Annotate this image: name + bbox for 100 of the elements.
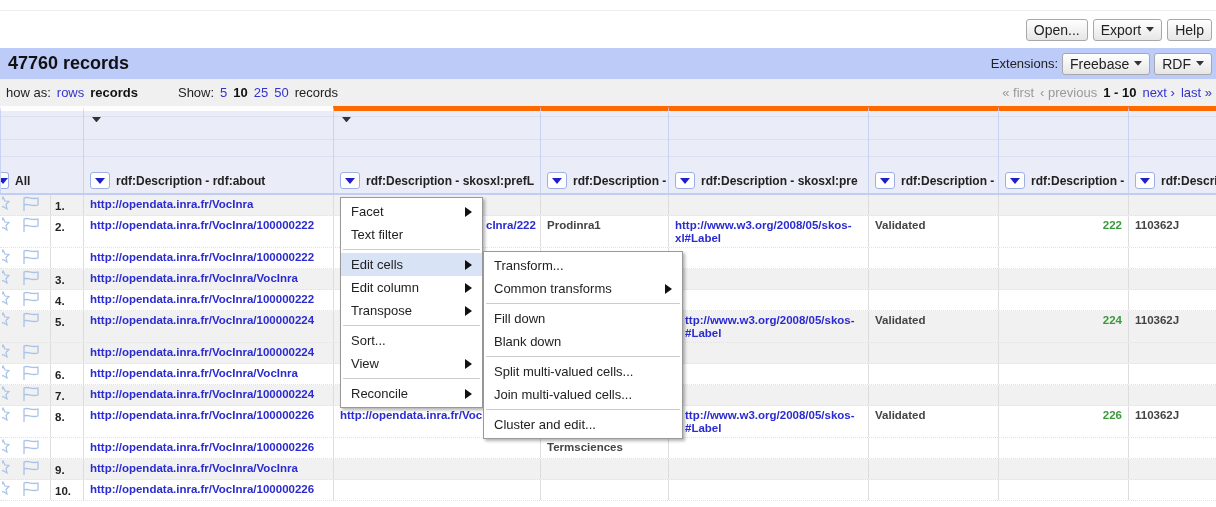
flag-icon[interactable] [21,249,41,265]
menu-item[interactable]: Text filter [341,223,482,246]
flag-icon[interactable] [21,291,41,307]
star-icon[interactable] [2,407,10,421]
cell-link[interactable]: http://opendata.inra.fr/VocInra/100000224 [90,314,327,327]
star-icon[interactable] [2,386,10,400]
cell-text: 226 [1102,409,1122,421]
column-menu-button[interactable] [1,172,9,189]
star-icon[interactable] [2,481,10,495]
column-menu-button[interactable] [547,172,567,189]
menu-item[interactable]: Cluster and edit... [484,413,682,436]
page-size-link[interactable]: 25 [253,85,269,100]
row-index: 6. [55,369,65,381]
flag-icon[interactable] [21,386,41,402]
menu-item[interactable]: Facet [341,200,482,223]
row-index: 7. [55,390,65,402]
caret-icon [1010,177,1020,184]
caret-icon[interactable] [342,117,351,123]
flag-icon[interactable] [21,365,41,381]
caret-icon [552,177,562,184]
view-mode-link[interactable]: records [90,85,138,100]
star-icon[interactable] [2,291,10,305]
cell-link[interactable]: http://opendata.inra.fr/VocInra/100000226 [90,409,327,422]
pager-link[interactable]: next › [1142,85,1175,100]
column-menu-button[interactable] [675,172,695,189]
menu-item[interactable]: Split multi-valued cells... [484,360,682,383]
cell-link[interactable]: http://opendata.inra.fr/VocInra/100000224 [90,346,327,359]
column-title: rdf:Description - [901,173,995,188]
star-icon[interactable] [2,460,10,474]
star-icon[interactable] [2,312,10,326]
menu-item[interactable]: Edit cells [341,253,482,276]
column-menu-button[interactable] [1135,172,1155,189]
cell-link[interactable]: http://opendata.inra.fr/VocInra/100000226 [90,483,327,496]
star-icon[interactable] [2,439,10,453]
flag-icon[interactable] [21,312,41,328]
page-size-link[interactable]: 10 [233,85,248,100]
caret-icon [1,177,8,184]
view-mode-link[interactable]: rows [56,85,85,100]
pager-link[interactable]: last » [1180,85,1212,100]
cell-link[interactable]: http://opendata.inra.fr/VocInra/100000222 [90,293,327,306]
star-icon[interactable] [2,249,10,263]
cell-link[interactable]: http://opendata.inra.fr/VocInra/100000224 [90,388,327,401]
row-index: 8. [55,411,65,423]
caret-icon [880,177,890,184]
menu-item[interactable]: Blank down [484,330,682,353]
cell-text: Prodinra1 [547,219,602,232]
flag-icon[interactable] [21,460,41,476]
star-icon[interactable] [2,365,10,379]
star-icon[interactable] [2,344,10,358]
cell-link[interactable]: http://opendata.inra.fr/VocInra/VocInra [90,462,327,475]
column-menu-button[interactable] [340,172,360,189]
menu-item[interactable]: Common transforms [484,277,682,300]
toolbar-button[interactable]: Export [1092,18,1163,41]
star-icon[interactable] [2,217,10,231]
row-index: 3. [55,274,65,286]
page-range[interactable]: 1 - 10 [1103,85,1137,100]
cell-link[interactable]: cInra/222 [486,219,534,232]
column-title: rdf:Description - [1031,173,1125,188]
column-menu-button[interactable] [875,172,895,189]
cell-link[interactable]: http://opendata.inra.fr/VocInra/VocInra [90,367,327,380]
cell-link[interactable]: http://opendata.inra.fr/VocInra/VocInra [90,272,327,285]
row-index: 9. [55,464,65,476]
menu-item[interactable]: View [341,352,482,375]
cell-link[interactable]: http://opendata.inra.fr/VocInra/100000222 [90,219,327,232]
flag-icon[interactable] [21,439,41,455]
menu-item[interactable]: Join multi-valued cells... [484,383,682,406]
flag-icon[interactable] [21,217,41,233]
menu-item[interactable]: Edit column [341,276,482,299]
page-size-link[interactable]: 5 [220,85,228,100]
cell-link[interactable]: http://opendata.inra.fr/VocInra/100000226 [90,441,327,454]
menu-item[interactable]: Transpose [341,299,482,322]
cell-link[interactable]: ttp://www.w3.org/2008/05/skos- #Label [685,314,862,340]
menu-item[interactable]: Reconcile [341,382,482,405]
row-index: 5. [55,316,65,328]
toolbar-button[interactable]: Open... [1025,18,1088,41]
flag-icon[interactable] [21,270,41,286]
column-menu-button[interactable] [90,172,110,189]
flag-icon[interactable] [21,196,41,212]
flag-icon[interactable] [21,481,41,497]
page-size-link[interactable]: 50 [274,85,289,100]
menu-item[interactable]: Fill down [484,307,682,330]
cell-link[interactable]: http://www.w3.org/2008/05/skos- xl#Label [675,219,862,245]
extension-button[interactable]: RDF [1154,52,1212,75]
caret-icon[interactable] [92,117,101,123]
cell-link[interactable]: http://opendata.inra.fr/VocInra [90,198,327,211]
row-index: 1. [55,200,65,212]
column-menu-button[interactable] [1005,172,1025,189]
row-index: 2. [55,221,65,233]
extension-button[interactable]: Freebase [1062,52,1151,75]
cell-link[interactable]: http://opendata.inra.fr/VocInra/100000222 [90,251,327,264]
cell-link[interactable]: ttp://www.w3.org/2008/05/skos- #Label [685,409,862,435]
flag-icon[interactable] [21,407,41,423]
star-icon[interactable] [2,196,10,210]
cell-text: Termsciences [547,441,624,454]
toolbar-button[interactable]: Help [1167,18,1212,41]
flag-icon[interactable] [21,344,41,360]
menu-item[interactable]: Sort... [341,329,482,352]
star-icon[interactable] [2,270,10,284]
menu-item[interactable]: Transform... [484,254,682,277]
caret-icon [1140,177,1150,184]
